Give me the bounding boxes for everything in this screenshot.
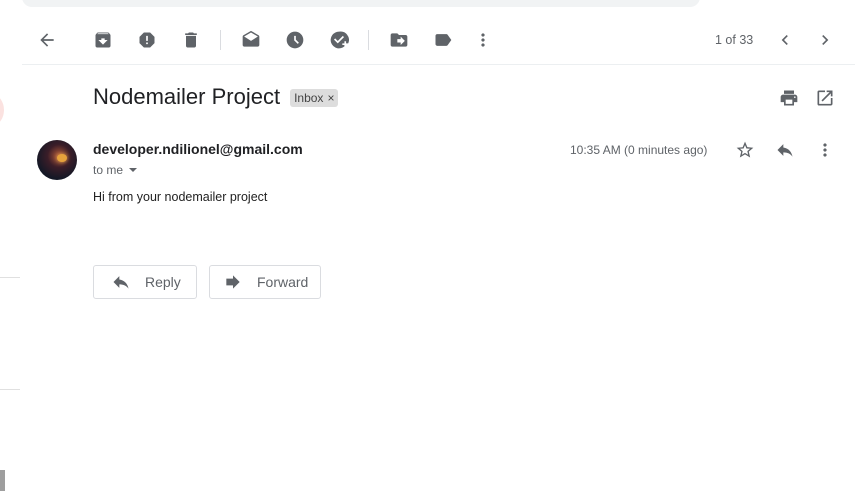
newer-button[interactable] bbox=[771, 26, 799, 54]
older-button[interactable] bbox=[811, 26, 839, 54]
left-edge-decoration bbox=[0, 95, 4, 125]
chevron-right-icon bbox=[822, 35, 829, 45]
reply-icon bbox=[777, 144, 793, 157]
back-arrow-icon bbox=[40, 33, 54, 47]
move-to-button[interactable] bbox=[385, 26, 413, 54]
pager-count: 1 of 33 bbox=[715, 33, 754, 47]
snooze-icon bbox=[286, 31, 304, 49]
toolbar-separator bbox=[368, 30, 369, 50]
move-to-icon bbox=[390, 33, 408, 47]
more-vert-icon bbox=[823, 143, 827, 157]
print-all-button[interactable] bbox=[777, 86, 801, 110]
gmail-message-view: 1 of 33 Nodemailer Project Inbox × devel… bbox=[0, 0, 855, 491]
email-subject: Nodemailer Project bbox=[93, 84, 281, 109]
toolbar-separator bbox=[220, 30, 221, 50]
forward-icon bbox=[226, 275, 240, 289]
labels-button[interactable] bbox=[429, 26, 457, 54]
snooze-button[interactable] bbox=[281, 26, 309, 54]
message-toolbar: 1 of 33 bbox=[22, 16, 855, 65]
open-new-window-button[interactable] bbox=[813, 86, 837, 110]
subject-actions bbox=[777, 86, 837, 110]
sender-email[interactable]: developer.ndilionel@gmail.com bbox=[93, 141, 303, 157]
left-divider bbox=[0, 277, 20, 278]
inbox-label-chip[interactable]: Inbox × bbox=[290, 89, 339, 107]
recipient-text: to me bbox=[93, 163, 124, 177]
more-vert-icon bbox=[481, 33, 485, 47]
open-in-new-icon bbox=[817, 90, 833, 106]
left-divider bbox=[0, 389, 20, 390]
reply-button[interactable]: Reply bbox=[93, 265, 197, 299]
forward-label: Forward bbox=[257, 274, 309, 290]
labels-icon bbox=[435, 34, 452, 46]
archive-icon bbox=[95, 32, 111, 48]
more-options-button[interactable] bbox=[469, 26, 497, 54]
left-scroll-indicator bbox=[0, 470, 5, 491]
subject-row: Nodemailer Project Inbox × bbox=[93, 84, 339, 110]
mark-unread-icon bbox=[242, 30, 260, 47]
report-spam-button[interactable] bbox=[133, 26, 161, 54]
reply-icon-button[interactable] bbox=[773, 138, 797, 162]
label-text: Inbox bbox=[294, 91, 324, 105]
message-actions bbox=[733, 138, 837, 162]
message-more-button[interactable] bbox=[813, 138, 837, 162]
search-bar[interactable] bbox=[22, 0, 700, 7]
sender-avatar[interactable] bbox=[37, 140, 77, 180]
archive-button[interactable] bbox=[89, 26, 117, 54]
remove-label-icon[interactable]: × bbox=[327, 90, 334, 106]
recipient-details-toggle[interactable]: to me bbox=[93, 163, 138, 177]
add-to-tasks-icon bbox=[330, 31, 349, 49]
back-button[interactable] bbox=[33, 26, 61, 54]
star-button[interactable] bbox=[733, 138, 757, 162]
message-body: Hi from your nodemailer project bbox=[93, 190, 268, 204]
delete-button[interactable] bbox=[177, 26, 205, 54]
forward-button[interactable]: Forward bbox=[209, 265, 321, 299]
mark-unread-button[interactable] bbox=[237, 26, 265, 54]
reply-icon bbox=[113, 276, 129, 289]
print-icon bbox=[780, 90, 798, 106]
chevron-left-icon bbox=[781, 35, 788, 45]
delete-icon bbox=[185, 32, 197, 48]
caret-down-icon bbox=[129, 168, 138, 172]
star-outline-icon bbox=[736, 141, 754, 158]
reply-label: Reply bbox=[145, 274, 181, 290]
report-spam-icon bbox=[139, 32, 155, 48]
add-to-tasks-button[interactable] bbox=[325, 26, 353, 54]
message-timestamp: 10:35 AM (0 minutes ago) bbox=[570, 143, 708, 157]
